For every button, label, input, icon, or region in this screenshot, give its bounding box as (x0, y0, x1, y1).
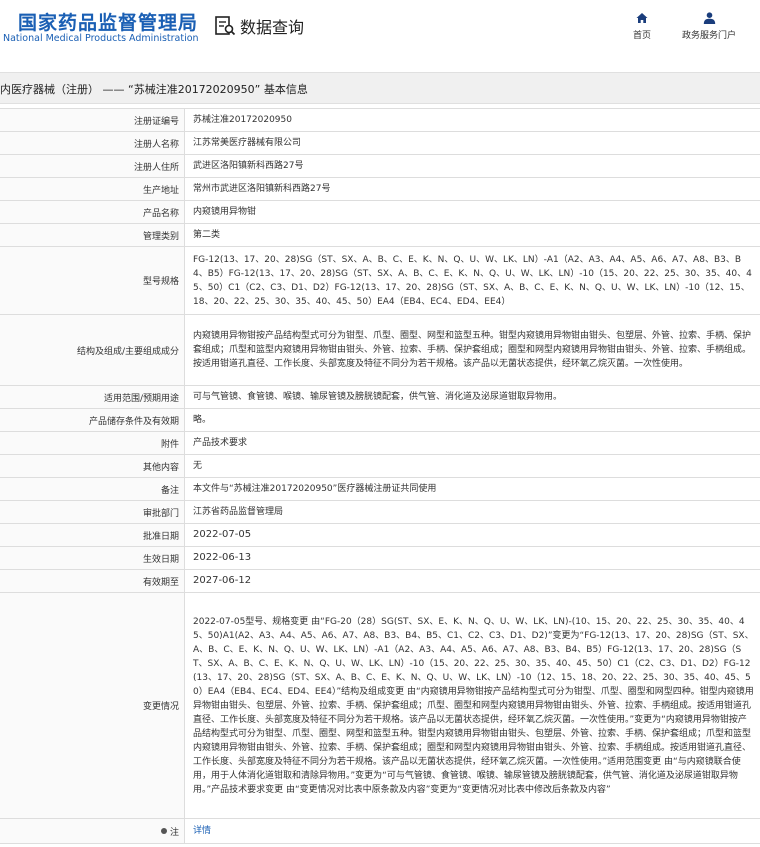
table-row: 产品储存条件及有效期 略。 (0, 409, 760, 432)
table-row: 附件 产品技术要求 (0, 432, 760, 455)
site-header: 国家药品监督管理局 National Medical Products Admi… (0, 0, 760, 60)
table-row: 注册人名称 江苏常美医疗器械有限公司 (0, 132, 760, 155)
field-label: 备注 (0, 478, 185, 500)
detail-table: 注册证编号 苏械注准20172020950 注册人名称 江苏常美医疗器械有限公司 注… (0, 108, 760, 844)
field-value: 内窥镜用异物钳 (193, 207, 257, 217)
site-logo[interactable]: 国家药品监督管理局 National Medical Products Admi… (0, 8, 199, 48)
field-label: 其他内容 (0, 455, 185, 477)
field-label: 有效期至 (0, 570, 185, 592)
field-label: 管理类别 (0, 224, 185, 246)
logo-title-cn: 国家药品监督管理局 (18, 12, 199, 34)
table-row: 批准日期 2022-07-05 (0, 524, 760, 547)
field-value: 江苏常美医疗器械有限公司 (193, 138, 302, 148)
field-value: 2022-06-13 (193, 552, 252, 563)
field-label: 注 (0, 819, 185, 843)
field-value: 可与气管镜、食管镜、喉镜、输尿管镜及膀胱镜配套，供气管、消化道及泌尿道钳取异物用… (193, 392, 563, 402)
field-label: 生产地址 (0, 178, 185, 200)
field-value: 第二类 (193, 230, 221, 240)
table-row: 产品名称 内窥镜用异物钳 (0, 201, 760, 224)
field-label: 结构及组成/主要组成成分 (0, 315, 185, 385)
field-value: 产品技术要求 (193, 438, 248, 448)
table-row: 变更情况 2022-07-05型号、规格变更 由“FG-20（28）SG(ST、S… (0, 593, 760, 819)
field-label: 批准日期 (0, 524, 185, 546)
field-value: 2022-07-05型号、规格变更 由“FG-20（28）SG(ST、SX、E、… (193, 616, 754, 795)
field-label: 审批部门 (0, 501, 185, 523)
table-row: 注册人住所 武进区洛阳镇新科西路27号 (0, 155, 760, 178)
home-icon (636, 13, 648, 23)
table-row: 注册证编号 苏械注准20172020950 (0, 109, 760, 132)
table-row: 有效期至 2027-06-12 (0, 570, 760, 593)
field-value: 武进区洛阳镇新科西路27号 (193, 161, 304, 171)
record-title-bar: 内医疗器械（注册） —— “苏械注准20172020950” 基本信息 (0, 72, 760, 104)
field-value: 内窥镜用异物钳按产品结构型式可分为钳型、爪型、圈型、网型和篮型五种。钳型内窥镜用… (193, 331, 752, 369)
table-row: 适用范围/预期用途 可与气管镜、食管镜、喉镜、输尿管镜及膀胱镜配套，供气管、消化道… (0, 386, 760, 409)
field-value: 常州市武进区洛阳镇新科西路27号 (193, 184, 331, 194)
table-row: 注 详情 (0, 819, 760, 844)
table-row: 审批部门 江苏省药品监督管理局 (0, 501, 760, 524)
table-row: 结构及组成/主要组成成分 内窥镜用异物钳按产品结构型式可分为钳型、爪型、圈型、网型… (0, 315, 760, 386)
field-value: 2027-06-12 (193, 575, 252, 586)
field-value: 2022-07-05 (193, 529, 252, 540)
field-value: 略。 (193, 415, 212, 425)
table-row: 型号规格 FG-12(13、17、20、28)SG（ST、SX、A、B、C、E、K… (0, 247, 760, 315)
user-icon (703, 12, 715, 24)
field-label: 产品名称 (0, 201, 185, 223)
field-label: 产品储存条件及有效期 (0, 409, 185, 431)
table-row: 生效日期 2022-06-13 (0, 547, 760, 570)
table-row: 生产地址 常州市武进区洛阳镇新科西路27号 (0, 178, 760, 201)
logo-title-en: National Medical Products Administration (3, 33, 199, 44)
field-label: 适用范围/预期用途 (0, 386, 185, 408)
nav-gov-service[interactable]: 政务服务门户 (677, 12, 741, 41)
field-value: 苏械注准20172020950 (193, 115, 292, 125)
nav-home-label: 首页 (632, 31, 651, 41)
field-value: 无 (193, 461, 203, 471)
field-value: 江苏省药品监督管理局 (193, 507, 284, 517)
field-label: 生效日期 (0, 547, 185, 569)
table-row: 其他内容无 (0, 455, 760, 478)
field-label: 注册人名称 (0, 132, 185, 154)
nav-gov-service-label: 政务服务门户 (681, 31, 736, 41)
field-label: 附件 (0, 432, 185, 454)
document-search-icon (215, 16, 236, 36)
bullet-icon (160, 828, 167, 834)
details-link[interactable]: 详情 (185, 819, 760, 843)
nav-home[interactable]: 首页 (630, 12, 654, 41)
note-label: 注 (169, 827, 179, 838)
record-title: 内医疗器械（注册） —— “苏械注准20172020950” 基本信息 (0, 83, 308, 96)
data-query-label: 数据查询 (240, 18, 305, 37)
table-row: 管理类别 第二类 (0, 224, 760, 247)
field-label: 注册证编号 (0, 109, 185, 131)
table-row: 备注 本文件与“苏械注准20172020950”医疗器械注册证共同使用 (0, 478, 760, 501)
field-value: FG-12(13、17、20、28)SG（ST、SX、A、B、C、E、K、N、Q… (193, 254, 752, 307)
field-label: 型号规格 (0, 247, 185, 314)
field-label: 变更情况 (0, 593, 185, 818)
field-label: 注册人住所 (0, 155, 185, 177)
field-value: 本文件与“苏械注准20172020950”医疗器械注册证共同使用 (193, 484, 437, 494)
data-query-link[interactable]: 数据查询 (214, 14, 304, 38)
